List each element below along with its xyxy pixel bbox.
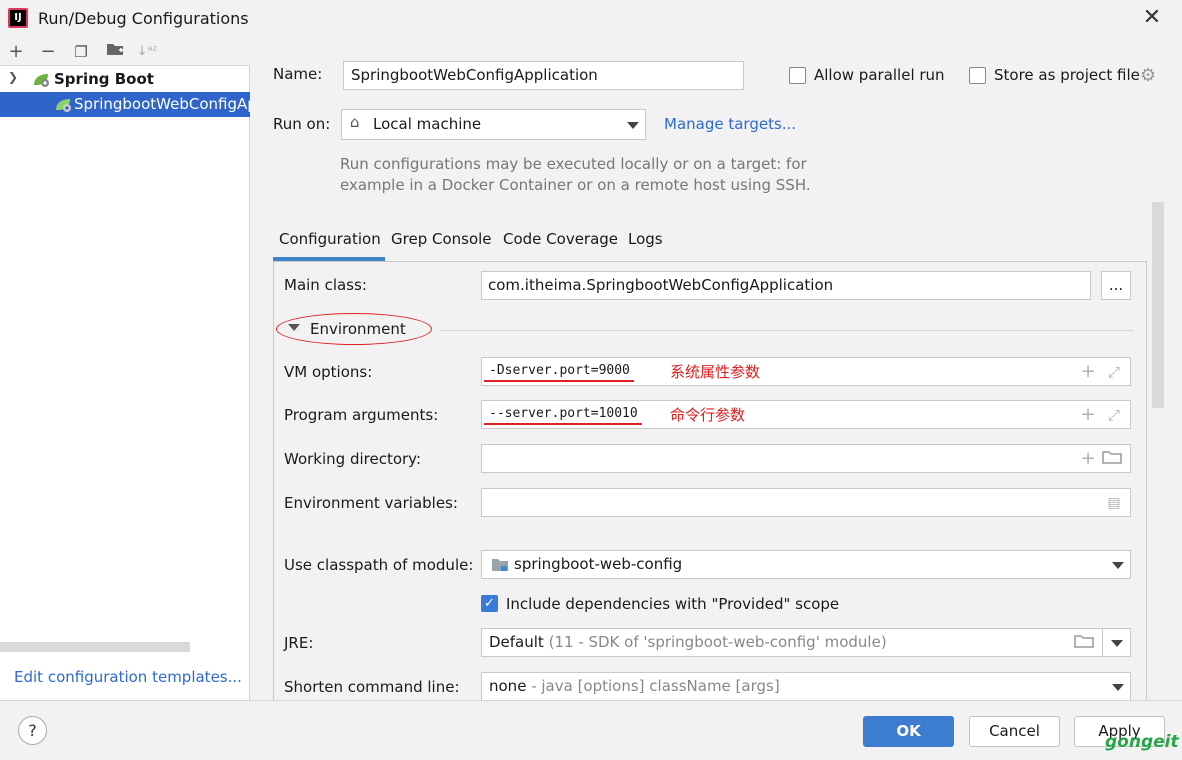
vm-options-value: -Dserver.port=9000: [489, 363, 630, 378]
classpath-label: Use classpath of module:: [284, 556, 474, 574]
tree-child-label: SpringbootWebConfigApplication: [74, 95, 250, 113]
store-project-label: Store as project file: [994, 66, 1140, 84]
jre-select[interactable]: Default (11 - SDK of 'springboot-web-con…: [481, 628, 1131, 657]
horizontal-scrollbar[interactable]: [0, 642, 190, 652]
folder-icon[interactable]: [1074, 633, 1094, 653]
plus-icon[interactable]: +: [5, 41, 27, 63]
plus-icon[interactable]: +: [1078, 449, 1098, 469]
include-deps-label: Include dependencies with "Provided" sco…: [506, 595, 840, 613]
working-dir-label: Working directory:: [284, 450, 422, 468]
browse-main-class-button[interactable]: ...: [1101, 271, 1131, 300]
chevron-down-icon[interactable]: [1111, 640, 1123, 647]
program-args-label: Program arguments:: [284, 406, 439, 424]
close-icon[interactable]: ✕: [1140, 6, 1164, 30]
jre-label: JRE:: [284, 634, 314, 652]
jre-detail: (11 - SDK of 'springboot-web-config' mod…: [548, 633, 887, 651]
folder-icon[interactable]: [1102, 449, 1122, 469]
store-project-checkbox[interactable]: [969, 67, 986, 84]
red-underline: [484, 380, 634, 382]
env-vars-input[interactable]: ▤: [481, 488, 1131, 517]
main-class-value: com.itheima.SpringbootWebConfigApplicati…: [488, 276, 834, 294]
env-vars-label: Environment variables:: [284, 494, 458, 512]
red-annotation-ellipse: [276, 313, 432, 345]
run-on-value: Local machine: [373, 115, 482, 133]
classpath-select[interactable]: springboot-web-config: [481, 550, 1131, 579]
tree-node-spring-boot[interactable]: ❯ Spring Boot: [0, 67, 250, 92]
chevron-down-icon: [1112, 562, 1124, 569]
classpath-value: springboot-web-config: [514, 555, 683, 573]
window-title: Run/Debug Configurations: [38, 9, 249, 28]
edit-templates-link[interactable]: Edit configuration templates...: [14, 668, 242, 686]
program-args-annotation: 命令行参数: [670, 406, 746, 424]
vertical-scrollbar[interactable]: [1152, 202, 1164, 408]
gear-icon[interactable]: ⚙: [1140, 66, 1160, 86]
manage-targets-link[interactable]: Manage targets...: [664, 115, 796, 133]
tree-root-label: Spring Boot: [54, 70, 154, 88]
run-on-label: Run on:: [273, 115, 331, 133]
run-on-select[interactable]: ⌂ Local machine: [341, 109, 646, 140]
watermark: gongeit: [1105, 732, 1179, 752]
tab-code-coverage[interactable]: Code Coverage: [503, 230, 618, 258]
jre-value: Default: [489, 633, 544, 651]
vm-options-label: VM options:: [284, 363, 373, 381]
ok-button[interactable]: OK: [863, 716, 954, 747]
chevron-down-icon: [627, 122, 639, 129]
program-args-value: --server.port=10010: [489, 406, 638, 421]
working-dir-input[interactable]: +: [481, 444, 1131, 473]
shorten-value-group: none - java [options] className [args]: [489, 677, 780, 695]
tab-grep-console[interactable]: Grep Console: [391, 230, 492, 258]
spring-boot-icon: [54, 97, 72, 112]
run-on-hint-line1: Run configurations may be executed local…: [340, 155, 807, 173]
section-separator: [440, 330, 1134, 331]
allow-parallel-checkbox[interactable]: [789, 67, 806, 84]
shorten-detail: - java [options] className [args]: [531, 677, 780, 695]
cancel-button[interactable]: Cancel: [969, 716, 1060, 747]
name-input[interactable]: SpringbootWebConfigApplication: [343, 61, 744, 90]
expand-icon[interactable]: ⤢: [1104, 405, 1124, 425]
module-icon: [491, 557, 509, 577]
red-underline: [484, 423, 642, 425]
home-icon: ⌂: [350, 113, 360, 131]
tab-configuration[interactable]: Configuration: [279, 230, 381, 258]
jre-value-group: Default (11 - SDK of 'springboot-web-con…: [489, 633, 887, 651]
plus-icon[interactable]: +: [1078, 362, 1098, 382]
chevron-down-icon[interactable]: ❯: [8, 70, 18, 84]
folder-add-icon[interactable]: [104, 41, 126, 63]
name-value: SpringbootWebConfigApplication: [351, 66, 598, 84]
expand-icon[interactable]: ⤢: [1104, 362, 1124, 382]
document-icon[interactable]: ▤: [1104, 493, 1124, 513]
name-label: Name:: [273, 65, 323, 83]
intellij-app-icon: IJ: [8, 8, 28, 28]
sort-icon[interactable]: ↓ᵃᶻ: [136, 41, 158, 63]
tab-logs[interactable]: Logs: [628, 230, 663, 258]
minus-icon[interactable]: −: [37, 41, 59, 63]
main-class-input[interactable]: com.itheima.SpringbootWebConfigApplicati…: [481, 271, 1091, 300]
shorten-select[interactable]: none - java [options] className [args]: [481, 672, 1131, 701]
tree-node-application[interactable]: SpringbootWebConfigApplication: [0, 92, 250, 117]
plus-icon[interactable]: +: [1078, 405, 1098, 425]
divider: [1102, 629, 1103, 656]
copy-icon[interactable]: ❐: [70, 41, 92, 63]
shorten-value: none: [489, 677, 527, 695]
help-button[interactable]: ?: [18, 716, 47, 745]
main-class-label: Main class:: [284, 276, 367, 294]
configurations-tree-panel: [0, 38, 250, 700]
shorten-label: Shorten command line:: [284, 678, 460, 696]
tree-toolbar: + − ❐ ↓ᵃᶻ: [0, 38, 250, 66]
vm-options-annotation: 系统属性参数: [670, 363, 761, 381]
allow-parallel-label: Allow parallel run: [814, 66, 945, 84]
run-on-hint-line2: example in a Docker Container or on a re…: [340, 176, 811, 194]
chevron-down-icon: [1112, 684, 1124, 691]
spring-boot-icon: [32, 72, 50, 87]
include-deps-checkbox[interactable]: ✓: [481, 595, 498, 612]
